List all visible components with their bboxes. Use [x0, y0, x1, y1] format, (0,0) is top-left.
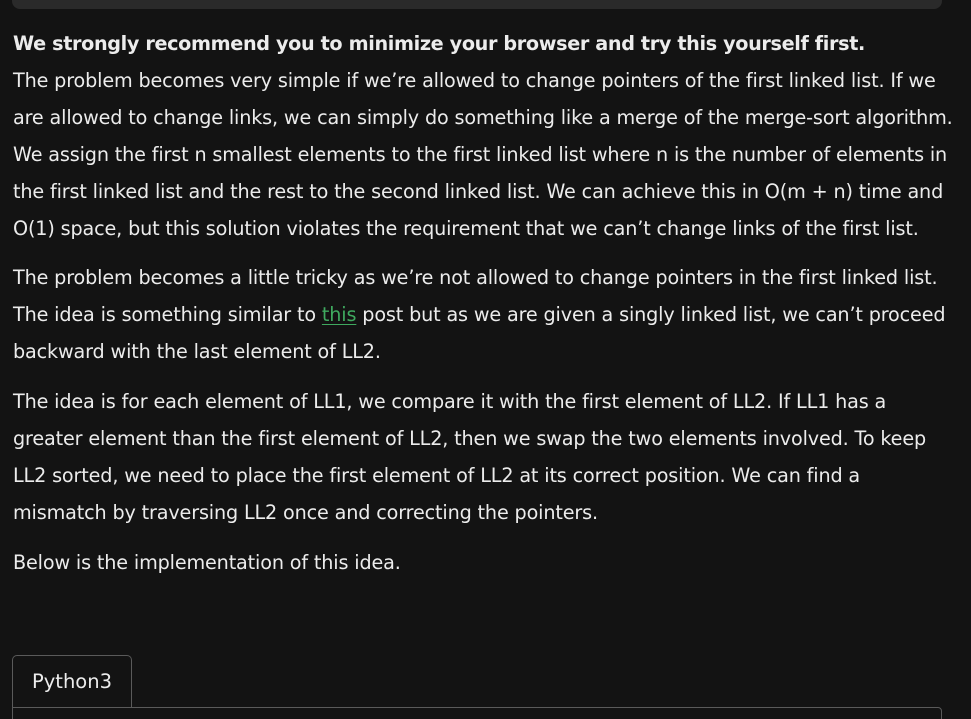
paragraph-approach-intro: The problem becomes very simple if we’re… — [13, 68, 953, 240]
this-post-link[interactable]: this — [322, 303, 357, 326]
paragraph-tricky-part: The problem becomes a little tricky as w… — [13, 260, 958, 371]
code-block — [12, 707, 942, 719]
recommendation-text: We strongly recommend you to minimize yo… — [13, 32, 865, 55]
paragraph-implementation-note: Below is the implementation of this idea… — [13, 550, 401, 574]
paragraph-idea: The idea is for each element of LL1, we … — [13, 390, 927, 524]
top-panel-edge — [12, 0, 942, 9]
tab-python3[interactable]: Python3 — [12, 655, 132, 707]
article-body: We strongly recommend you to minimize yo… — [13, 26, 958, 582]
